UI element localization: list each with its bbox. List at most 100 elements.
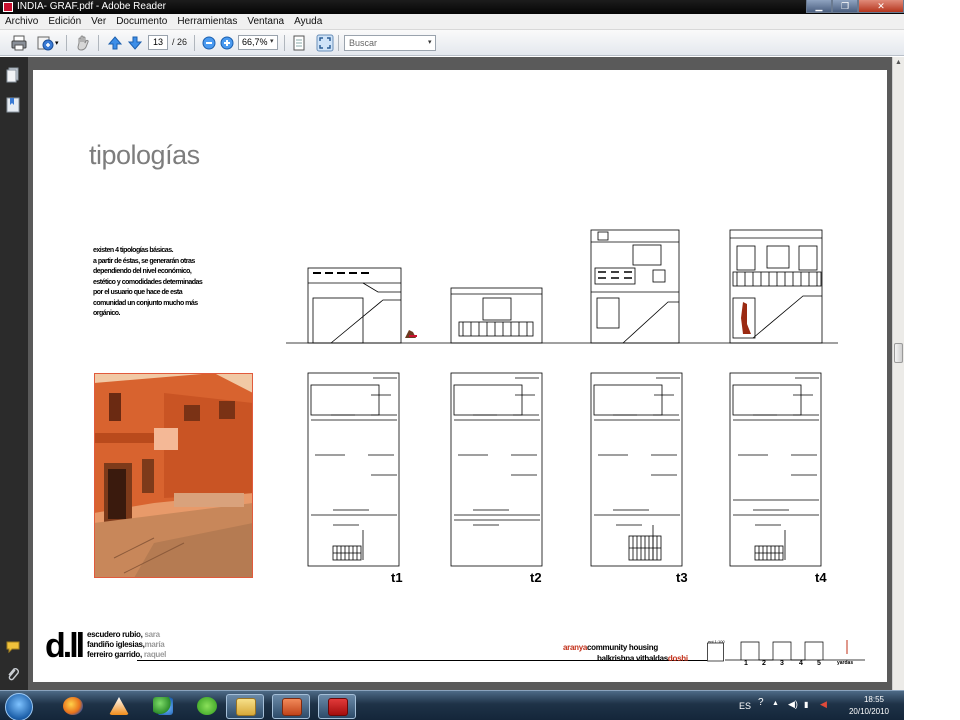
scrollbar-thumb[interactable] (894, 343, 903, 363)
taskbar: ES ? ▲ ◀) ▮ ◀ 18:55 20/10/2010 (0, 690, 904, 720)
volume-icon[interactable]: ◀) (788, 699, 798, 711)
type-label-t3: t3 (676, 570, 688, 585)
menu-documento[interactable]: Documento (112, 16, 171, 27)
floor-plan-t2 (450, 372, 543, 567)
elevation-t3 (590, 229, 680, 344)
adobe-reader-icon (328, 698, 348, 716)
menu-archivo[interactable]: Archivo (1, 16, 42, 27)
menu-ver[interactable]: Ver (87, 16, 110, 27)
notification-icon[interactable]: ◀ (820, 699, 830, 711)
author-given-name: maría (144, 640, 165, 649)
project-line: balkrishna vithaldasdoshi (563, 653, 688, 664)
author-given-name: raquel (143, 650, 167, 659)
language-indicator[interactable]: ES (739, 701, 751, 711)
hand-tool-icon (77, 35, 89, 51)
type-label-t2: t2 (530, 570, 542, 585)
clock-date[interactable]: 20/10/2010 (840, 707, 898, 716)
comments-icon[interactable] (6, 639, 20, 655)
author-line: ferreiro garrido, raquel (87, 650, 166, 660)
taskbar-explorer[interactable] (226, 694, 264, 719)
vlc-icon (109, 697, 129, 715)
zoom-out-icon (202, 36, 216, 50)
pages-panel-icon[interactable] (6, 67, 20, 83)
network-icon[interactable]: ▮ (804, 700, 814, 712)
attachments-icon[interactable] (6, 667, 20, 683)
page-up-icon (107, 36, 123, 50)
adobe-reader-app-icon (3, 2, 13, 12)
type-label-t1: t1 (391, 570, 403, 585)
menu-ayuda[interactable]: Ayuda (290, 16, 326, 27)
scale-label-5: 5 (817, 660, 821, 667)
author-line: fandiño iglesias,maría (87, 640, 166, 650)
authors-block: escudero rubio, sara fandiño iglesias,ma… (87, 630, 166, 660)
architect-surname: doshi (667, 654, 688, 663)
author-surname: ferreiro garrido, (87, 650, 142, 659)
toolbar-separator (98, 35, 99, 51)
search-input[interactable]: Buscar (344, 35, 436, 51)
taskbar-messenger[interactable] (144, 694, 182, 719)
start-button[interactable] (5, 693, 33, 720)
menu-herramientas[interactable]: Herramientas (173, 16, 241, 27)
scale-label-1: 1 (744, 660, 748, 667)
explorer-icon (236, 698, 256, 716)
next-page-button[interactable] (126, 34, 144, 52)
elevation-t2 (450, 287, 543, 344)
taskbar-spotify[interactable] (188, 694, 226, 719)
elevation-t4 (729, 229, 823, 344)
window-controls: ▁ ❐ ✕ (806, 0, 904, 14)
firefox-icon (63, 697, 83, 715)
elevation-t1 (307, 267, 417, 344)
help-icon[interactable]: ? (758, 697, 768, 709)
architectural-drawings (286, 229, 838, 567)
zoom-dropdown-arrow[interactable]: ▾ (270, 37, 274, 45)
project-line: aranyacommunity housing (563, 642, 688, 653)
project-name: aranya (563, 643, 587, 652)
minimize-button[interactable]: ▁ (806, 0, 832, 13)
share-icon (37, 36, 54, 51)
zoom-out-button[interactable] (200, 34, 218, 52)
author-given-name: sara (144, 630, 160, 639)
maximize-button[interactable]: ❐ (832, 0, 858, 13)
scroll-up-icon[interactable]: ▲ (895, 59, 902, 66)
vertical-scrollbar[interactable]: ▲ (892, 57, 904, 690)
print-button[interactable] (10, 34, 28, 52)
project-subtitle: community housing (587, 643, 658, 652)
taskbar-powerpoint[interactable] (272, 694, 310, 719)
floor-plan-t1 (307, 372, 400, 567)
system-tray: ES ? ▲ ◀) ▮ ◀ 18:55 20/10/2010 (736, 691, 904, 720)
messenger-icon (153, 697, 173, 715)
clock-time[interactable]: 18:55 (854, 695, 894, 704)
menu-edicion[interactable]: Edición (44, 16, 85, 27)
page-down-icon (127, 36, 143, 50)
bookmarks-panel-icon[interactable] (6, 97, 20, 113)
toolbar-separator (194, 35, 195, 51)
page-total-label: / 26 (172, 37, 188, 47)
menu-ventana[interactable]: Ventana (243, 16, 288, 27)
menu-bar: Archivo Edición Ver Documento Herramient… (0, 14, 904, 30)
zoom-in-button[interactable] (218, 34, 236, 52)
author-surname: escudero rubio, (87, 630, 143, 639)
close-button[interactable]: ✕ (858, 0, 904, 13)
full-screen-icon (316, 34, 334, 52)
toolbar-separator (338, 35, 339, 51)
fit-page-button[interactable] (290, 34, 308, 52)
share-dropdown[interactable]: ▾ (55, 39, 59, 57)
taskbar-firefox[interactable] (54, 694, 92, 719)
type-label-t4: t4 (815, 570, 827, 585)
powerpoint-icon (282, 698, 302, 716)
previous-page-button[interactable] (106, 34, 124, 52)
page-number-input[interactable]: 13 (148, 35, 168, 50)
search-dropdown-arrow[interactable]: ▾ (428, 38, 432, 46)
taskbar-adobe-reader[interactable] (318, 694, 356, 719)
hand-tool-button[interactable] (74, 34, 92, 52)
toolbar: ▾ 13 / 26 66,7% ▾ Buscar ▾ (0, 30, 904, 56)
fit-page-icon (293, 35, 305, 51)
author-surname: fandiño iglesias, (87, 640, 145, 649)
taskbar-vlc[interactable] (100, 694, 138, 719)
scale-unit: yardas (837, 660, 854, 666)
full-screen-button[interactable] (316, 34, 334, 52)
share-button[interactable] (36, 34, 54, 52)
zoom-in-icon (220, 36, 234, 50)
window-title-bar: INDIA- GRAF.pdf - Adobe Reader ▁ ❐ ✕ (0, 0, 904, 14)
show-hidden-icons-icon[interactable]: ▲ (772, 700, 782, 712)
